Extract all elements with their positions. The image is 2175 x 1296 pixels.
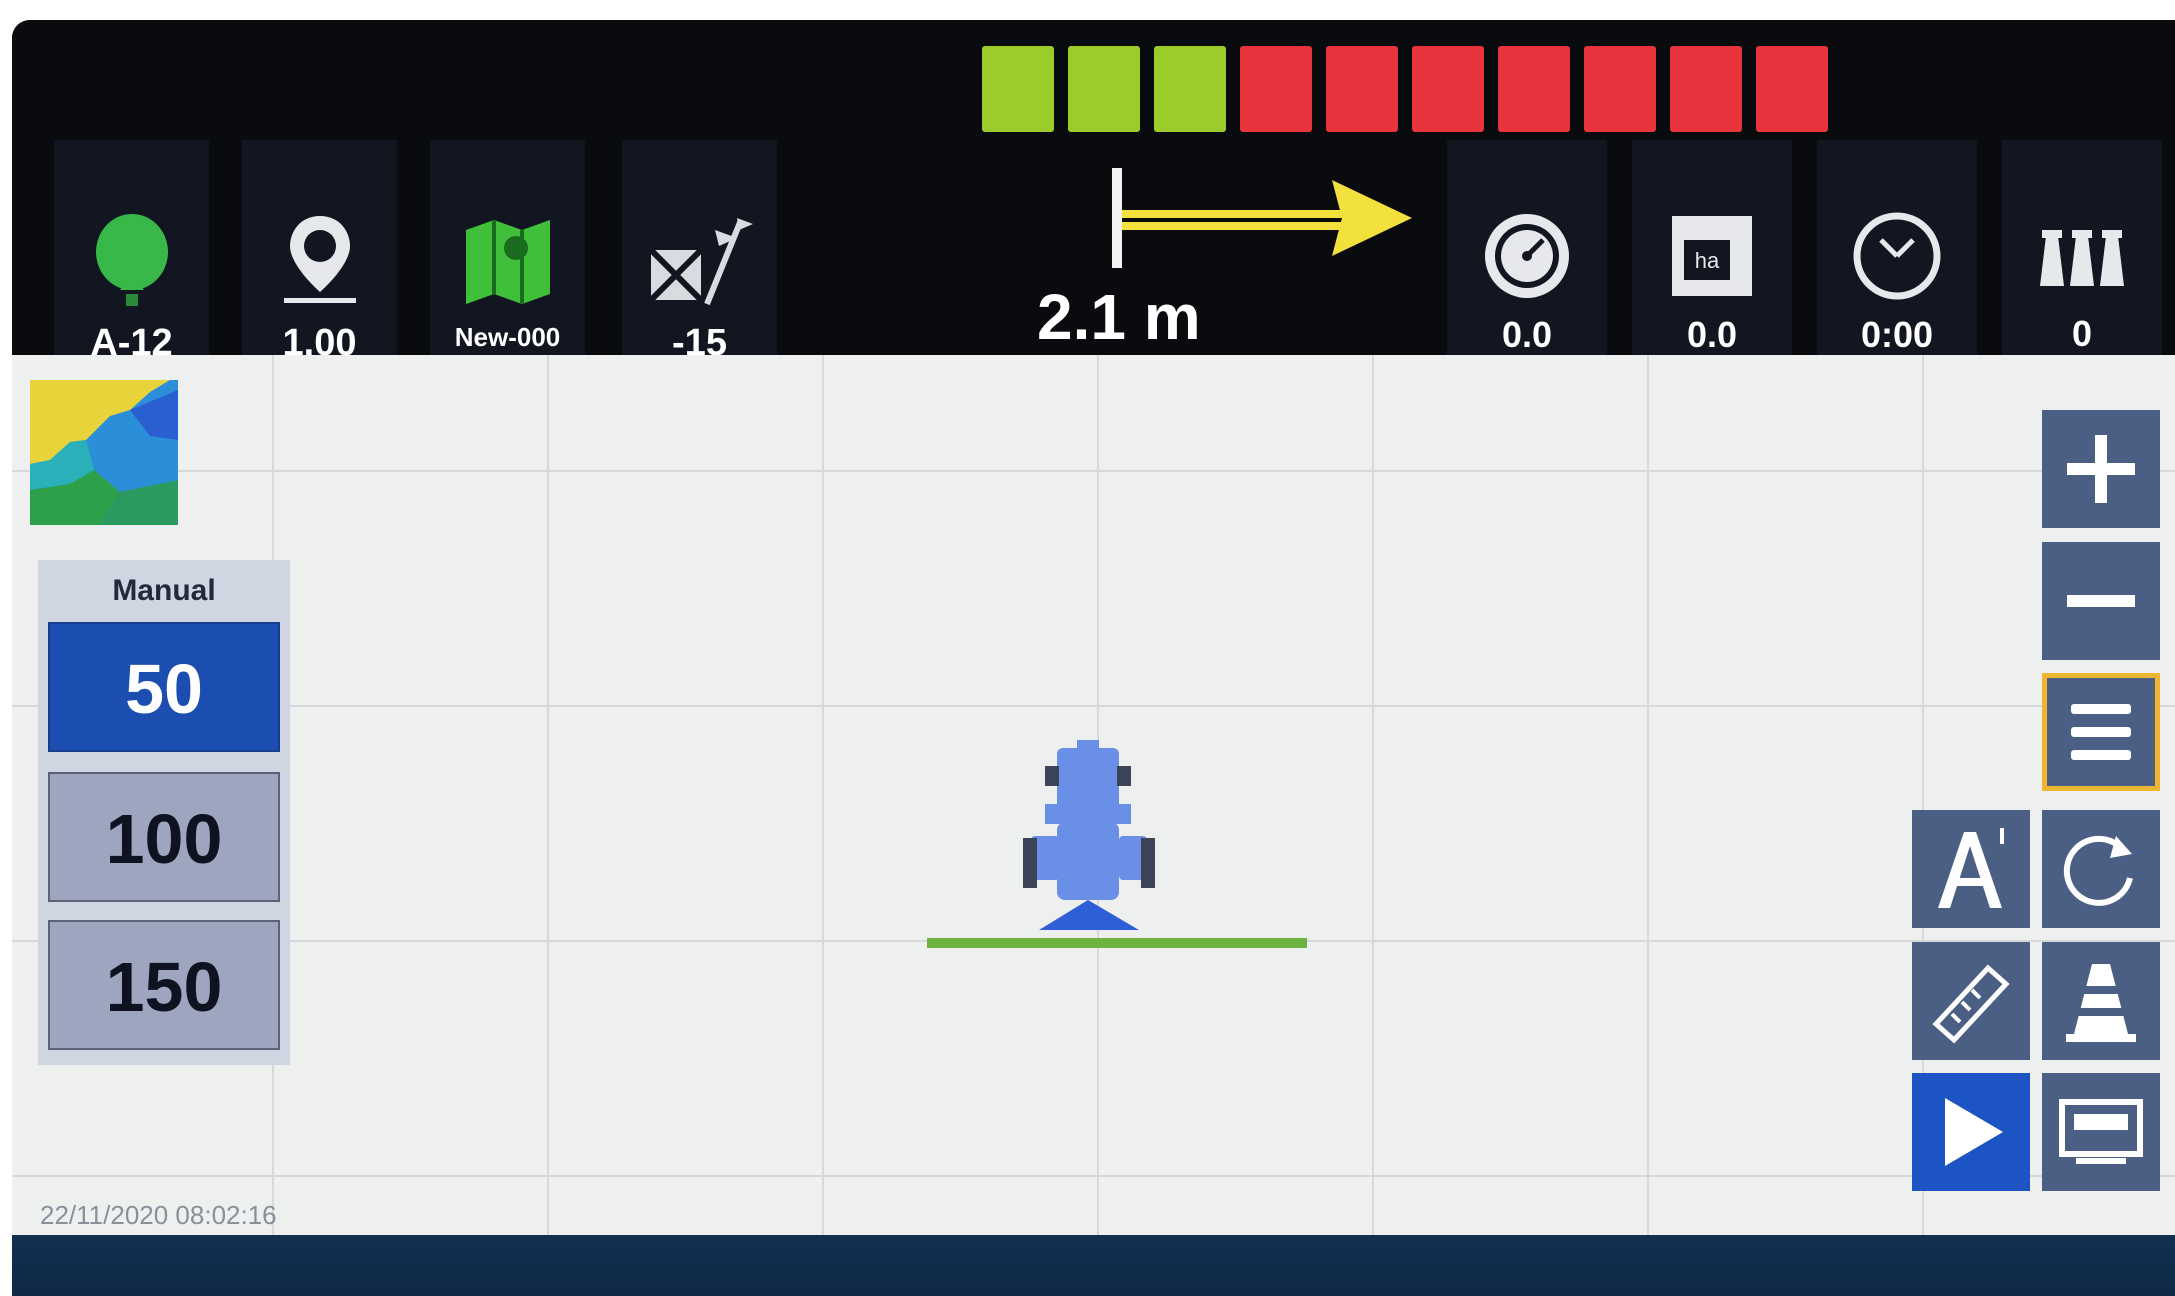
sections-tile[interactable]: 0 bbox=[2002, 140, 2162, 355]
rate-button-150[interactable]: 150 bbox=[48, 920, 280, 1050]
ruler-icon bbox=[1932, 964, 2010, 1044]
speed-gauge-icon bbox=[1481, 210, 1573, 302]
steer-right-arrow-icon bbox=[1112, 168, 1412, 268]
a-plus-icon bbox=[1938, 828, 2004, 908]
signal-segment-red bbox=[1670, 46, 1742, 132]
area-value: 0.0 bbox=[1686, 314, 1738, 355]
prescription-minimap[interactable] bbox=[30, 380, 178, 525]
time-tile[interactable]: 0:00 bbox=[1817, 140, 1977, 355]
sections-icon bbox=[2032, 210, 2132, 301]
status-bar: A-12 1.00 New-000 -15 2.1 m 0.0 ha 0.0 0… bbox=[12, 20, 2175, 364]
time-value: 0:00 bbox=[1860, 314, 1934, 355]
location-pin-icon bbox=[278, 210, 362, 310]
vehicle-position bbox=[927, 740, 1322, 970]
gnss-balloon-icon bbox=[90, 210, 174, 310]
signal-segment-green bbox=[1154, 46, 1226, 132]
boom-bar bbox=[927, 938, 1307, 948]
rotate-view-button[interactable] bbox=[2042, 810, 2160, 928]
gnss-tile[interactable]: A-12 bbox=[54, 140, 209, 364]
sections-value: 0 bbox=[2071, 313, 2093, 354]
play-button[interactable] bbox=[1912, 1073, 2030, 1191]
plus-icon bbox=[2067, 435, 2135, 503]
tractor-icon bbox=[1023, 740, 1155, 930]
cone-icon bbox=[2066, 964, 2136, 1042]
rate-button-50[interactable]: 50 bbox=[48, 622, 280, 752]
cross-track-indicator: 2.1 m bbox=[1012, 150, 1432, 360]
display-icon bbox=[2059, 1099, 2143, 1164]
signal-segment-red bbox=[1498, 46, 1570, 132]
display-screen: A-12 1.00 New-000 -15 2.1 m 0.0 ha 0.0 0… bbox=[12, 20, 2175, 1296]
cone-button[interactable] bbox=[2042, 942, 2160, 1060]
menu-button[interactable] bbox=[2042, 673, 2160, 791]
zoom-in-button[interactable] bbox=[2042, 410, 2160, 528]
signal-quality-bar bbox=[982, 46, 1828, 132]
area-ha-icon: ha bbox=[1666, 210, 1758, 302]
rate-button-100[interactable]: 100 bbox=[48, 772, 280, 902]
signal-segment-red bbox=[1756, 46, 1828, 132]
ruler-button[interactable] bbox=[1912, 942, 2030, 1060]
ab-line-button[interactable] bbox=[1912, 810, 2030, 928]
signal-segment-green bbox=[982, 46, 1054, 132]
rotate-icon bbox=[2063, 835, 2133, 906]
play-icon bbox=[1945, 1098, 2003, 1166]
rate-mode-label: Manual bbox=[112, 574, 216, 607]
area-tile[interactable]: ha 0.0 bbox=[1632, 140, 1792, 355]
speed-tile[interactable]: 0.0 bbox=[1447, 140, 1607, 355]
guidance-line-tile[interactable]: -15 bbox=[622, 140, 777, 364]
signal-segment-red bbox=[1240, 46, 1312, 132]
zoom-out-button[interactable] bbox=[2042, 542, 2160, 660]
field-value: New-000 bbox=[454, 322, 561, 352]
svg-text:ha: ha bbox=[1695, 248, 1720, 273]
field-tile[interactable]: New-000 bbox=[430, 140, 585, 355]
offset-tile[interactable]: 1.00 bbox=[242, 140, 397, 364]
clock-icon bbox=[1851, 210, 1943, 302]
cross-track-distance: 2.1 m bbox=[1037, 281, 1201, 353]
signal-segment-red bbox=[1412, 46, 1484, 132]
map-view[interactable]: Manual 50 100 150 22/11/2020 08:02:16 bbox=[12, 355, 2175, 1235]
signal-segment-green bbox=[1068, 46, 1140, 132]
signal-segment-red bbox=[1584, 46, 1656, 132]
bottom-bar bbox=[12, 1235, 2175, 1296]
hamburger-icon bbox=[2071, 704, 2131, 760]
rate-control-panel: Manual 50 100 150 bbox=[38, 560, 290, 1065]
display-button[interactable] bbox=[2042, 1073, 2160, 1191]
minus-icon bbox=[2067, 595, 2135, 607]
speed-value: 0.0 bbox=[1501, 314, 1553, 355]
date-time-stamp: 22/11/2020 08:02:16 bbox=[40, 1200, 277, 1230]
guidance-line-icon bbox=[645, 210, 755, 310]
signal-segment-red bbox=[1326, 46, 1398, 132]
field-map-icon bbox=[460, 210, 556, 310]
